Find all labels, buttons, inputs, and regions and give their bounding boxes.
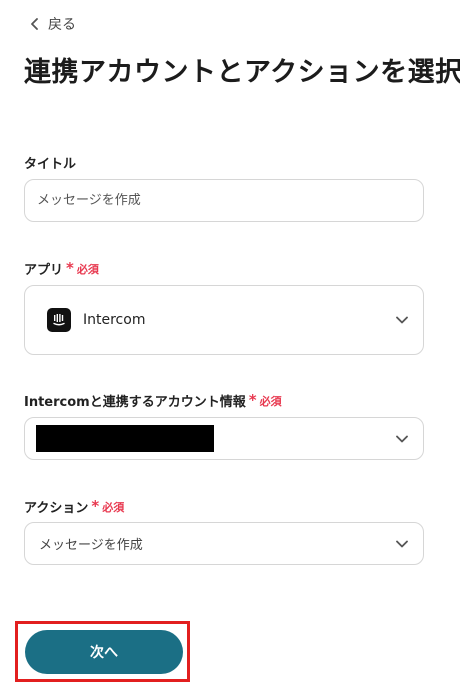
- title-field-label: タイトル: [24, 153, 76, 172]
- app-label-text: アプリ: [24, 263, 64, 278]
- back-link[interactable]: 戻る: [28, 14, 76, 34]
- action-select-value: メッセージを作成: [39, 538, 143, 553]
- action-field-label: アクション * 必須: [24, 497, 125, 517]
- app-field-label: アプリ * 必須: [24, 259, 99, 279]
- intercom-logo-icon: [47, 308, 71, 332]
- next-button[interactable]: 次へ: [25, 630, 183, 674]
- chevron-down-icon: [395, 313, 409, 327]
- account-select[interactable]: [24, 417, 424, 460]
- required-text: 必須: [102, 500, 125, 514]
- title-label-text: タイトル: [24, 157, 77, 172]
- back-label: 戻る: [48, 17, 76, 33]
- account-label-text: Intercomと連携するアカウント情報: [24, 395, 246, 410]
- required-text: 必須: [76, 262, 99, 276]
- action-select[interactable]: メッセージを作成: [24, 522, 424, 565]
- app-select[interactable]: Intercom: [24, 285, 424, 355]
- next-button-highlight: 次へ: [15, 621, 190, 682]
- required-text: 必須: [259, 394, 282, 408]
- app-select-value: Intercom: [83, 312, 146, 328]
- action-label-text: アクション: [24, 501, 89, 516]
- required-asterisk: *: [66, 259, 74, 277]
- chevron-down-icon: [395, 432, 409, 446]
- redacted-account-value: [36, 425, 214, 452]
- title-input[interactable]: [25, 193, 423, 208]
- chevron-down-icon: [395, 537, 409, 551]
- required-asterisk: *: [91, 497, 100, 515]
- chevron-left-icon: [28, 17, 42, 31]
- account-field-label: Intercomと連携するアカウント情報 * 必須: [24, 391, 282, 411]
- page-title: 連携アカウントとアクションを選択: [24, 57, 460, 88]
- required-asterisk: *: [248, 391, 257, 409]
- title-input-box[interactable]: [24, 179, 424, 222]
